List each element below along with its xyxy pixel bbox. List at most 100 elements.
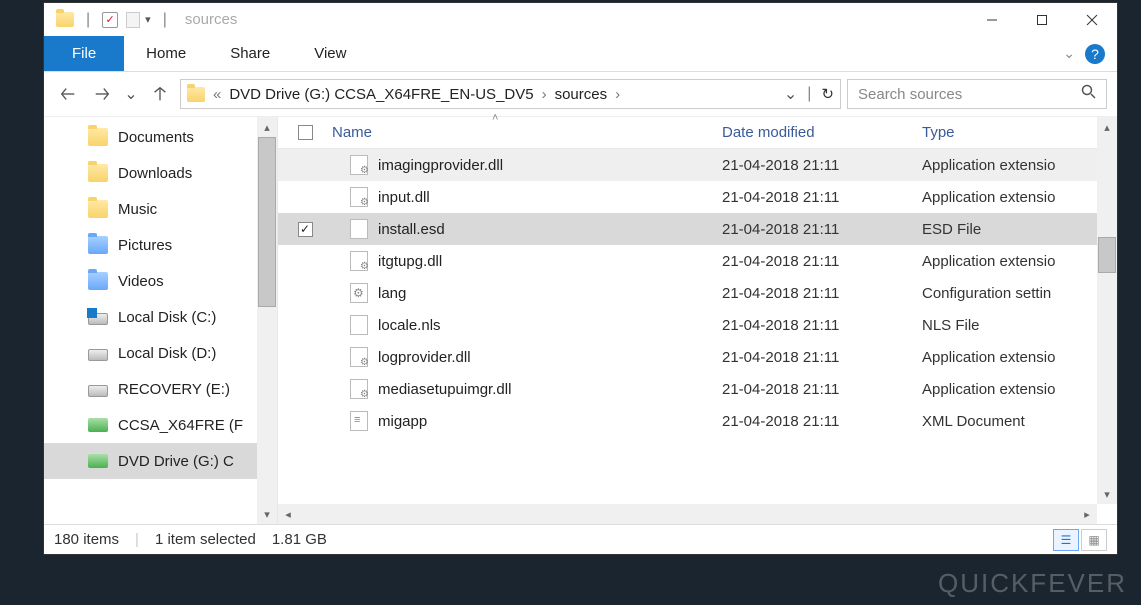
tab-home[interactable]: Home <box>124 36 208 71</box>
close-button[interactable] <box>1067 3 1117 36</box>
nav-item-label: Local Disk (D:) <box>118 345 216 362</box>
body: DocumentsDownloadsMusicPicturesVideosLoc… <box>44 117 1117 524</box>
breadcrumb-separator-icon[interactable]: › <box>542 86 547 103</box>
file-row[interactable]: logprovider.dll21-04-2018 21:11Applicati… <box>278 341 1117 373</box>
search-box[interactable]: Search sources <box>847 79 1107 109</box>
file-name: lang <box>378 285 406 302</box>
scroll-down-icon[interactable]: ▾ <box>1097 484 1117 504</box>
scroll-left-icon[interactable]: ◂ <box>278 508 298 521</box>
nav-item[interactable]: Local Disk (D:) <box>44 335 277 371</box>
nav-item-label: DVD Drive (G:) C <box>118 453 234 470</box>
folder-blue-icon <box>88 272 108 290</box>
nav-item-label: CCSA_X64FRE (F <box>118 417 243 434</box>
nav-item[interactable]: Local Disk (C:) <box>44 299 277 335</box>
file-row[interactable]: imagingprovider.dll21-04-2018 21:11Appli… <box>278 149 1117 181</box>
scroll-thumb[interactable] <box>258 137 276 307</box>
navigation-pane: DocumentsDownloadsMusicPicturesVideosLoc… <box>44 117 278 524</box>
file-type: ESD File <box>922 221 1117 238</box>
file-date: 21-04-2018 21:11 <box>722 253 922 270</box>
file-name: install.esd <box>378 221 445 238</box>
view-thumbnails-button[interactable]: ▦ <box>1081 529 1107 551</box>
dvd-icon <box>88 454 108 468</box>
nav-item[interactable]: Downloads <box>44 155 277 191</box>
address-bar[interactable]: « DVD Drive (G:) CCSA_X64FRE_EN-US_DV5 ›… <box>180 79 841 109</box>
file-row[interactable]: ✓ install.esd 21-04-2018 21:11ESD File <box>278 213 1117 245</box>
column-header-date[interactable]: Date modified <box>722 124 922 141</box>
file-row[interactable]: migapp21-04-2018 21:11XML Document <box>278 405 1117 437</box>
nav-item[interactable]: Pictures <box>44 227 277 263</box>
column-header-name[interactable]: Name ˄ <box>332 124 722 141</box>
app-folder-icon <box>56 12 74 27</box>
file-date: 21-04-2018 21:11 <box>722 381 922 398</box>
nav-scrollbar[interactable]: ▴ ▾ <box>257 117 277 524</box>
separator: | <box>807 85 811 103</box>
back-button[interactable] <box>54 80 82 108</box>
help-button[interactable]: ? <box>1085 44 1105 64</box>
scroll-up-icon[interactable]: ▴ <box>257 117 277 137</box>
file-date: 21-04-2018 21:11 <box>722 221 922 238</box>
search-icon <box>1081 84 1096 104</box>
minimize-button[interactable] <box>967 3 1017 36</box>
file-date: 21-04-2018 21:11 <box>722 189 922 206</box>
nav-item[interactable]: Videos <box>44 263 277 299</box>
scroll-right-icon[interactable]: ▸ <box>1077 508 1097 521</box>
address-dropdown-icon[interactable]: ⌄ <box>784 84 797 104</box>
recent-dropdown-icon[interactable]: ⌄ <box>122 80 140 108</box>
view-details-button[interactable]: ☰ <box>1053 529 1079 551</box>
nav-item[interactable]: CCSA_X64FRE (F <box>44 407 277 443</box>
nav-item[interactable]: DVD Drive (G:) C <box>44 443 277 479</box>
watermark: QUICKFEVER <box>938 568 1127 599</box>
qat-newfolder-icon[interactable] <box>126 12 140 28</box>
file-scrollbar-vertical[interactable]: ▴ ▾ <box>1097 117 1117 504</box>
nav-item[interactable]: RECOVERY (E:) <box>44 371 277 407</box>
file-icon <box>350 347 368 367</box>
window-controls <box>967 3 1117 36</box>
nav-item[interactable]: Music <box>44 191 277 227</box>
breadcrumb-part[interactable]: sources <box>555 86 608 103</box>
tab-file[interactable]: File <box>44 36 124 71</box>
breadcrumb-part[interactable]: DVD Drive (G:) CCSA_X64FRE_EN-US_DV5 <box>229 86 533 103</box>
file-type: Application extensio <box>922 189 1117 206</box>
file-row[interactable]: input.dll 21-04-2018 21:11Application ext… <box>278 181 1117 213</box>
file-row[interactable]: locale.nls21-04-2018 21:11NLS File <box>278 309 1117 341</box>
nav-item[interactable]: Documents <box>44 119 277 155</box>
file-date: 21-04-2018 21:11 <box>722 317 922 334</box>
scroll-down-icon[interactable]: ▾ <box>257 504 277 524</box>
scroll-up-icon[interactable]: ▴ <box>1097 117 1117 137</box>
maximize-button[interactable] <box>1017 3 1067 36</box>
breadcrumb-overflow[interactable]: « <box>213 86 221 103</box>
forward-button[interactable] <box>88 80 116 108</box>
file-type: Application extensio <box>922 381 1117 398</box>
refresh-button[interactable]: ↻ <box>821 85 834 103</box>
file-name: imagingprovider.dll <box>378 157 503 174</box>
dvd-icon <box>88 418 108 432</box>
file-name: logprovider.dll <box>378 349 471 366</box>
file-scrollbar-horizontal[interactable]: ◂ ▸ <box>278 504 1097 524</box>
select-all-checkbox[interactable] <box>278 125 332 140</box>
file-icon <box>350 219 368 239</box>
up-button[interactable] <box>146 80 174 108</box>
scroll-thumb[interactable] <box>1098 237 1116 273</box>
file-row[interactable]: itgtupg.dll21-04-2018 21:11Application e… <box>278 245 1117 277</box>
qat-customize-icon[interactable]: ▾ <box>145 13 151 26</box>
row-checkbox[interactable]: ✓ <box>278 222 332 237</box>
nav-item-label: Documents <box>118 129 194 146</box>
file-name: input.dll <box>378 189 430 206</box>
file-type: XML Document <box>922 413 1117 430</box>
ribbon: File Home Share View ⌄ ? <box>44 36 1117 72</box>
ribbon-expand-icon[interactable]: ⌄ <box>1063 45 1075 62</box>
qat-properties-icon[interactable]: ✓ <box>102 12 118 28</box>
sort-indicator-icon: ˄ <box>492 112 498 124</box>
separator: | <box>86 11 90 29</box>
address-folder-icon <box>187 87 205 102</box>
column-header-type[interactable]: Type <box>922 124 1117 141</box>
tab-view[interactable]: View <box>292 36 368 71</box>
file-row[interactable]: lang21-04-2018 21:11Configuration settin <box>278 277 1117 309</box>
window-title: sources <box>185 11 238 28</box>
tab-share[interactable]: Share <box>208 36 292 71</box>
file-date: 21-04-2018 21:11 <box>722 285 922 302</box>
breadcrumb-separator-icon[interactable]: › <box>615 86 620 103</box>
disk-c-icon <box>88 313 108 325</box>
file-row[interactable]: mediasetupuimgr.dll21-04-2018 21:11Appli… <box>278 373 1117 405</box>
disk-icon <box>88 385 108 397</box>
